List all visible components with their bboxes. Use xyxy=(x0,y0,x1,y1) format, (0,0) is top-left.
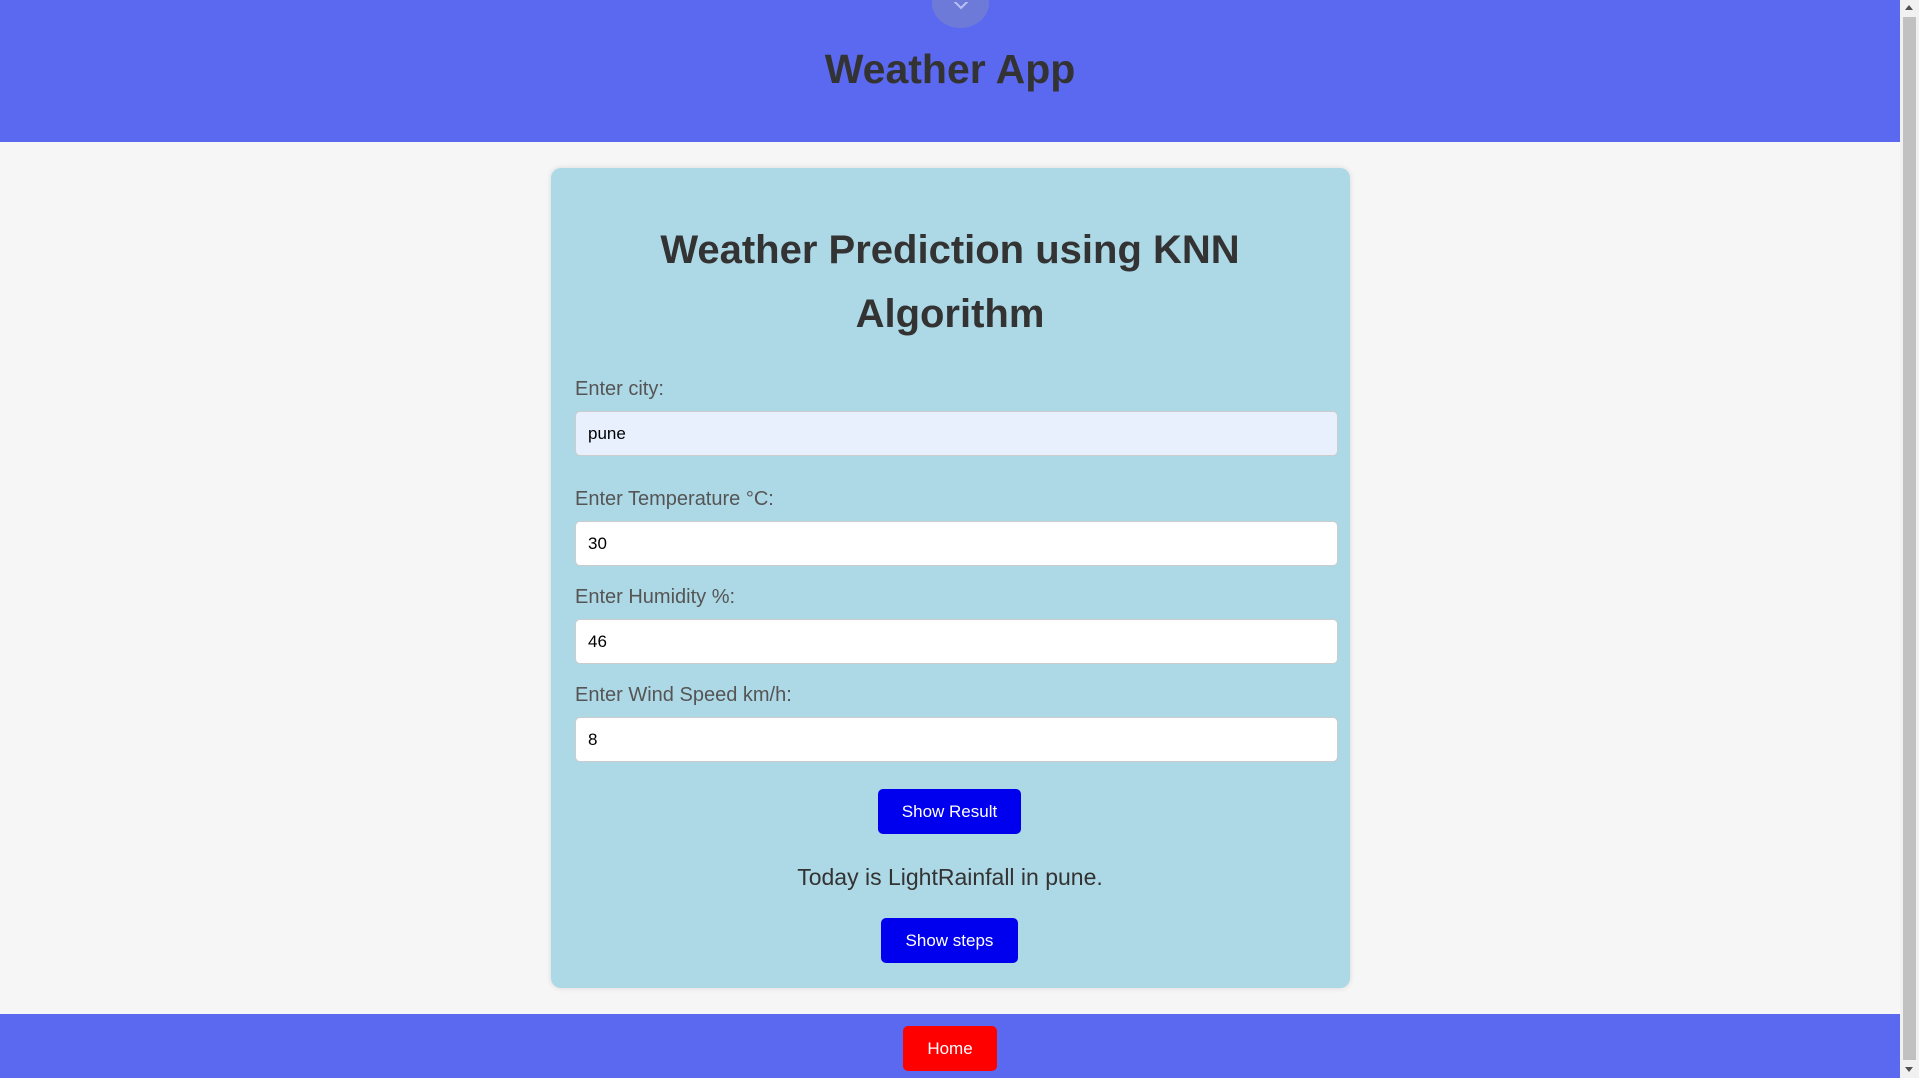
temperature-label: Enter Temperature °C: xyxy=(575,488,774,510)
scroll-down-icon[interactable] xyxy=(1905,1067,1913,1072)
card-title: Weather Prediction using KNN Algorithm xyxy=(0,218,1900,346)
show-steps-button[interactable]: Show steps xyxy=(881,918,1018,963)
page: Weather App Weather Prediction using KNN… xyxy=(0,0,1900,1078)
close-icon xyxy=(953,0,969,19)
vertical-scrollbar[interactable] xyxy=(1900,0,1919,1078)
city-input[interactable] xyxy=(575,411,1338,456)
footer-bar: Home xyxy=(0,1014,1900,1078)
wind-speed-label: Enter Wind Speed km/h: xyxy=(575,684,792,706)
app-title: Weather App xyxy=(824,46,1076,92)
wind-speed-input[interactable] xyxy=(575,717,1338,762)
header-bar: Weather App xyxy=(0,0,1900,142)
show-result-button[interactable]: Show Result xyxy=(878,789,1021,834)
close-button[interactable] xyxy=(932,0,989,28)
scroll-thumb[interactable] xyxy=(1903,17,1916,1060)
home-button[interactable]: Home xyxy=(903,1026,997,1071)
humidity-input[interactable] xyxy=(575,619,1338,664)
prediction-result: Today is LightRainfall in pune. xyxy=(797,864,1103,890)
temperature-input[interactable] xyxy=(575,521,1338,566)
card-title-text: Weather Prediction using KNN Algorithm xyxy=(660,228,1240,336)
city-label: Enter city: xyxy=(575,378,664,400)
scroll-up-icon[interactable] xyxy=(1905,5,1913,10)
humidity-label: Enter Humidity %: xyxy=(575,586,736,608)
